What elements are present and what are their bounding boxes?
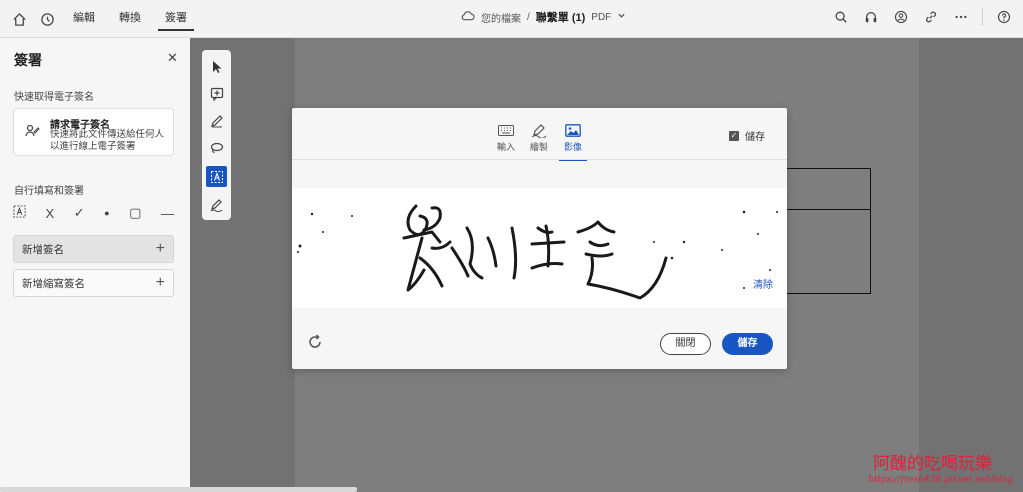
horizontal-scrollbar[interactable] — [0, 487, 357, 492]
signature-image-area — [292, 188, 787, 308]
plus-icon: + — [155, 240, 165, 257]
tab-draw[interactable]: 繪製 — [525, 120, 553, 153]
sign-icon[interactable] — [206, 194, 227, 215]
add-user-icon[interactable] — [892, 8, 910, 26]
cloud-icon — [460, 10, 475, 24]
signature-dialog: 輸入 繪製 影像 ✓ 儲存 清除 關閉 儲存 — [292, 108, 787, 369]
link-icon[interactable] — [922, 8, 940, 26]
text-field-icon[interactable] — [206, 166, 227, 187]
clear-link[interactable]: 清除 — [753, 276, 773, 291]
close-button[interactable]: 關閉 — [660, 333, 711, 355]
tab-type[interactable]: 輸入 — [492, 120, 520, 153]
table-line — [786, 209, 871, 210]
sign-panel: 簽署 ✕ 快速取得電子簽名 請求電子簽名 快速將此文件傳送給任何人以進行線上電子… — [0, 38, 190, 492]
breadcrumb-separator: / — [527, 11, 530, 23]
quick-signature-label: 快速取得電子簽名 — [14, 92, 94, 103]
save-button[interactable]: 儲存 — [722, 333, 773, 355]
line-icon[interactable]: — — [161, 206, 174, 221]
rectangle-icon[interactable]: ▢ — [129, 205, 141, 221]
panel-title: 簽署 — [14, 52, 42, 68]
dialog-divider — [292, 159, 787, 160]
add-signature-button[interactable]: 新增簽名 + — [13, 235, 174, 263]
keyboard-icon — [492, 120, 520, 140]
file-name[interactable]: 聯繫單 (1) — [536, 9, 586, 25]
tab-type-label: 輸入 — [496, 142, 515, 152]
check-mark-icon[interactable]: ✓ — [74, 205, 85, 221]
image-icon — [559, 120, 587, 140]
dot-icon[interactable]: ● — [104, 208, 109, 218]
watermark-url: https://fresh438.pixnet.net/blog — [868, 475, 1013, 485]
tab-draw-label: 繪製 — [529, 142, 548, 152]
tab-convert[interactable]: 轉換 — [112, 7, 148, 31]
text-tool-icon[interactable] — [13, 205, 26, 221]
rotate-icon[interactable] — [307, 334, 323, 353]
select-tool-icon[interactable] — [206, 56, 227, 77]
file-type: PDF — [591, 11, 612, 23]
home-icon[interactable] — [10, 10, 28, 28]
add-initials-label: 新增縮寫簽名 — [22, 277, 85, 290]
add-initials-button[interactable]: 新增縮寫簽名 + — [13, 269, 174, 297]
tab-image-label: 影像 — [563, 142, 582, 152]
plus-icon: + — [155, 274, 165, 291]
add-comment-icon[interactable] — [206, 83, 227, 104]
request-signature-card[interactable]: 請求電子簽名 快速將此文件傳送給任何人以進行線上電子簽署 — [13, 108, 174, 156]
divider — [982, 8, 983, 26]
request-signature-desc: 快速將此文件傳送給任何人以進行線上電子簽署 — [50, 129, 165, 152]
checkbox-checked-icon[interactable]: ✓ — [729, 130, 739, 141]
cross-mark-icon[interactable]: X — [46, 206, 55, 221]
fill-sign-tools: X ✓ ● ▢ — — [13, 205, 174, 221]
table-outline — [786, 168, 871, 294]
tab-image[interactable]: 影像 — [559, 120, 587, 161]
watermark-title: 阿醜的吃喝玩樂 — [873, 454, 992, 474]
chevron-down-icon[interactable] — [617, 11, 626, 23]
save-checkbox[interactable]: ✓ 儲存 — [729, 128, 765, 143]
search-icon[interactable] — [832, 8, 850, 26]
more-icon[interactable] — [952, 8, 970, 26]
top-bar: 編輯 轉換 簽署 您的檔案 / 聯繫單 (1) PDF — [0, 0, 1023, 38]
handwritten-signature-image — [297, 204, 778, 300]
lasso-icon[interactable] — [206, 137, 227, 158]
tab-sign[interactable]: 簽署 — [158, 7, 194, 31]
file-breadcrumb: 您的檔案 / 聯繫單 (1) PDF — [460, 9, 626, 25]
close-icon[interactable]: ✕ — [167, 50, 178, 66]
tab-edit[interactable]: 編輯 — [66, 7, 102, 31]
fill-sign-label: 自行填寫和簽署 — [14, 186, 84, 197]
headphones-icon[interactable] — [862, 8, 880, 26]
history-icon[interactable] — [38, 10, 56, 28]
tool-strip — [202, 50, 231, 220]
breadcrumb-root[interactable]: 您的檔案 — [481, 10, 521, 25]
save-checkbox-label: 儲存 — [745, 132, 765, 143]
help-icon[interactable] — [995, 8, 1013, 26]
add-signature-label: 新增簽名 — [22, 243, 64, 256]
draw-pen-icon — [525, 120, 553, 140]
request-signature-icon — [24, 123, 40, 142]
pen-icon[interactable] — [206, 110, 227, 131]
